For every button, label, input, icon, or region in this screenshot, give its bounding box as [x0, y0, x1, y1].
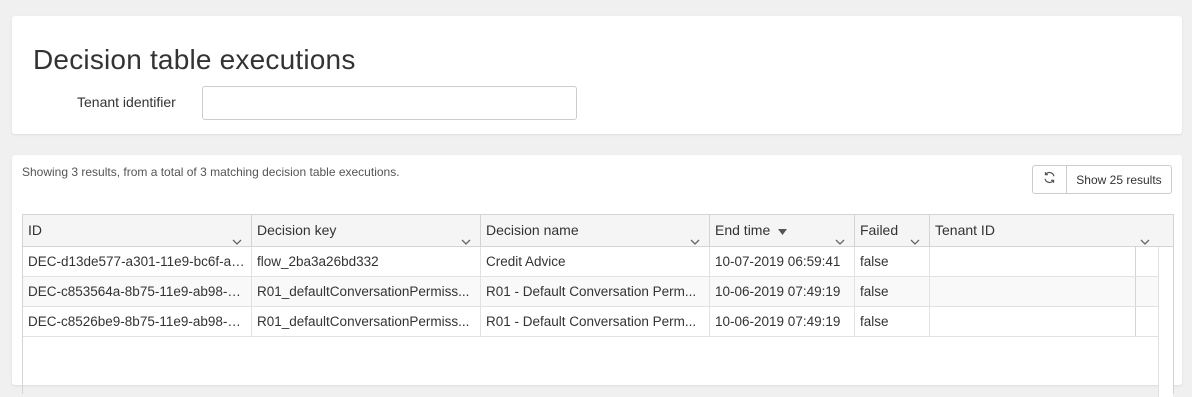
column-header-label: Failed — [860, 222, 899, 238]
chevron-down-icon[interactable] — [690, 226, 700, 257]
tenant-identifier-input[interactable] — [202, 86, 577, 120]
column-header-tenant-id[interactable]: Tenant ID — [930, 215, 1159, 246]
table-header: ID Decision key Decision name End time F… — [23, 215, 1173, 247]
column-header-id[interactable]: ID — [23, 215, 252, 246]
cell-decision-name: Credit Advice — [481, 247, 710, 276]
refresh-icon — [1043, 171, 1056, 189]
chevron-down-icon[interactable] — [835, 226, 845, 257]
cell-tenant-id — [930, 247, 1136, 276]
table-scrollbar[interactable] — [1158, 247, 1173, 397]
column-header-decision-name[interactable]: Decision name — [481, 215, 710, 246]
cell-id: DEC-c8526be9-8b75-11e9-ab98-a... — [23, 307, 252, 336]
cell-id: DEC-c853564a-8b75-11e9-ab98-a... — [23, 277, 252, 306]
results-panel: Showing 3 results, from a total of 3 mat… — [12, 155, 1182, 397]
cell-id: DEC-d13de577-a301-11e9-bc6f-ac... — [23, 247, 252, 276]
sort-desc-icon — [778, 215, 788, 246]
column-header-label: Tenant ID — [935, 222, 995, 238]
cell-end-time: 10-07-2019 06:59:41 — [710, 247, 855, 276]
cell-decision-key: R01_defaultConversationPermiss... — [252, 307, 481, 336]
page-size-button[interactable]: Show 25 results — [1066, 165, 1172, 194]
cell-end-time: 10-06-2019 07:49:19 — [710, 307, 855, 336]
cell-tenant-id — [930, 307, 1136, 336]
refresh-button[interactable] — [1032, 165, 1067, 194]
column-header-label: ID — [28, 222, 42, 238]
cell-decision-key: flow_2ba3a26bd332 — [252, 247, 481, 276]
cell-failed: false — [855, 277, 930, 306]
tenant-identifier-label: Tenant identifier — [77, 94, 176, 110]
cell-tenant-id — [930, 277, 1136, 306]
column-header-label: End time — [715, 222, 771, 238]
column-header-label: Decision key — [257, 222, 337, 238]
cell-decision-name: R01 - Default Conversation Perm... — [481, 277, 710, 306]
table-row[interactable]: DEC-c8526be9-8b75-11e9-ab98-a... R01_def… — [23, 307, 1173, 337]
chevron-down-icon[interactable] — [1140, 226, 1150, 257]
chevron-down-icon[interactable] — [461, 226, 471, 257]
table-row[interactable]: DEC-c853564a-8b75-11e9-ab98-a... R01_def… — [23, 277, 1173, 307]
chevron-down-icon[interactable] — [232, 226, 242, 257]
cell-failed: false — [855, 307, 930, 336]
results-summary: Showing 3 results, from a total of 3 mat… — [22, 165, 400, 179]
cell-end-time: 10-06-2019 07:49:19 — [710, 277, 855, 306]
cell-decision-name: R01 - Default Conversation Perm... — [481, 307, 710, 336]
chevron-down-icon[interactable] — [910, 226, 920, 257]
cell-decision-key: R01_defaultConversationPermiss... — [252, 277, 481, 306]
column-header-decision-key[interactable]: Decision key — [252, 215, 481, 246]
filter-panel: Decision table executions Tenant identif… — [12, 16, 1182, 134]
column-header-label: Decision name — [486, 222, 579, 238]
page-title: Decision table executions — [33, 44, 356, 75]
executions-table: ID Decision key Decision name End time F… — [22, 214, 1174, 397]
table-row[interactable]: DEC-d13de577-a301-11e9-bc6f-ac... flow_2… — [23, 247, 1173, 277]
column-header-failed[interactable]: Failed — [855, 215, 930, 246]
column-header-end-time[interactable]: End time — [710, 215, 855, 246]
